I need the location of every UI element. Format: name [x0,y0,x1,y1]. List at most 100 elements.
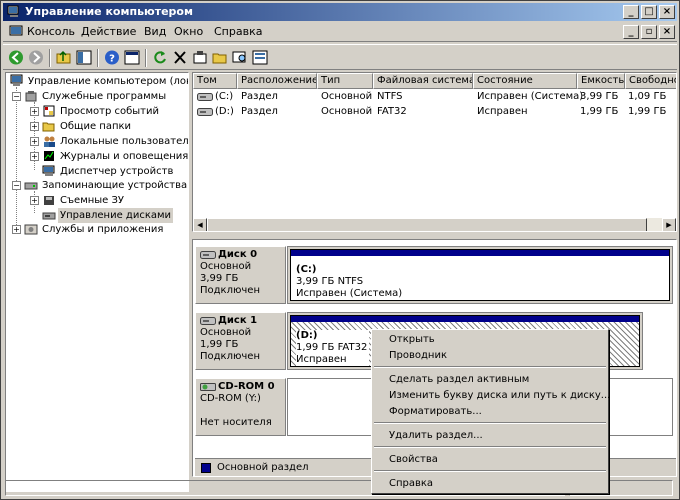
tree-item-disk-management[interactable]: Управление дисками [30,208,188,223]
tree-item-root[interactable]: Управление компьютером (локаль [8,74,188,89]
open-button[interactable] [211,49,229,66]
scroll-right-icon[interactable]: ▶ [662,218,676,231]
child-minimize-button[interactable]: _ [623,25,639,39]
tree-item-device-manager[interactable]: Диспетчер устройств [30,164,188,179]
column-header-free[interactable]: Свободно [625,73,676,89]
tree-item-services-apps[interactable]: + Службы и приложения [12,222,188,237]
view-button[interactable] [251,49,269,66]
expand-icon[interactable]: + [12,225,21,234]
forward-button[interactable] [27,49,45,66]
device-manager-icon [42,165,55,176]
tree-label-selected: Управление дисками [58,208,174,223]
expand-icon[interactable]: + [30,122,39,131]
partition-c[interactable]: (C:) 3,99 ГБ NTFS Исправен (Система) [290,249,670,301]
menu-item-explore[interactable]: Проводник [374,348,606,364]
collapse-icon[interactable]: − [12,181,21,190]
menu-item-delete-partition[interactable]: Удалить раздел... [374,428,606,444]
back-button[interactable] [7,49,25,66]
child-restore-button[interactable]: ▫ [641,25,657,39]
menu-item-mark-active[interactable]: Сделать раздел активным [374,372,606,388]
menu-item-properties[interactable]: Свойства [374,452,606,468]
delete-button[interactable] [171,49,189,66]
window-icon [124,50,140,65]
scroll-left-icon[interactable]: ◀ [193,218,207,231]
help-button[interactable]: ? [103,49,121,66]
menu-separator [374,470,606,472]
menu-item-change-drive-letter[interactable]: Изменить букву диска или путь к диску... [374,388,610,404]
up-level-button[interactable] [55,49,73,66]
tree-item-performance-logs[interactable]: + Журналы и оповещения пр [30,149,188,164]
close-button[interactable]: × [659,5,675,19]
cell-filesystem: FAT32 [377,106,407,117]
cdrom-0-label[interactable]: CD-ROM 0 CD-ROM (Y:) Нет носителя [195,378,286,436]
console-tree-icon [76,50,92,65]
maximize-button[interactable]: □ [641,5,657,19]
tree-item-event-viewer[interactable]: + Просмотр событий [30,104,188,119]
column-header-filesystem[interactable]: Файловая система [373,73,473,89]
tree-label: Службы и приложения [42,224,164,235]
menu-item-open[interactable]: Открыть [374,332,606,348]
disk-type: Основной [200,327,252,338]
cell-type: Основной [321,91,373,102]
expand-icon[interactable]: + [30,152,39,161]
column-header-layout[interactable]: Расположение [237,73,317,89]
search-icon [232,51,246,63]
collapse-icon[interactable]: − [12,92,21,101]
svg-text:?: ? [109,54,115,65]
menu-separator [374,422,606,424]
table-row[interactable]: (D:) Раздел Основной FAT32 Исправен 1,99… [193,105,676,120]
console-icon[interactable] [9,25,23,38]
cell-volume: (C:) [215,91,234,102]
show-hide-tree-button[interactable] [75,49,93,66]
disk-size: 3,99 ГБ [200,273,239,284]
disk-1-label[interactable]: Диск 1 Основной 1,99 ГБ Подключен [195,312,286,370]
menu-window[interactable]: Окно [174,25,203,38]
tree-item-storage[interactable]: − Запоминающие устройства [12,178,188,193]
console-window-button[interactable] [123,49,141,66]
scroll-thumb[interactable] [207,218,647,231]
disk-type: CD-ROM (Y:) [200,393,261,404]
menu-item-format[interactable]: Форматировать... [374,404,606,420]
performance-logs-icon [44,151,54,161]
expand-icon[interactable]: + [30,196,39,205]
cell-type: Основной [321,106,373,117]
disk-0-partition-area: (C:) 3,99 ГБ NTFS Исправен (Система) [287,246,673,304]
partition-state: Исправен (Система) [296,288,403,299]
disk-status: Подключен [200,285,260,296]
disk-icon [200,251,216,259]
minimize-button[interactable]: _ [623,5,639,19]
partition-label: (D:) [296,330,318,341]
search-button[interactable] [231,49,249,66]
help-icon: ? [105,50,119,65]
tree-item-shared-folders[interactable]: + Общие папки [30,119,188,134]
horizontal-scrollbar[interactable]: ◀ ▶ [193,218,676,231]
tree-item-system-tools[interactable]: − Служебные программы [12,89,188,104]
main-window: Управление компьютером _ □ × Консоль Дей… [0,0,680,500]
title-bar[interactable]: Управление компьютером _ □ × [3,3,677,21]
refresh-button[interactable] [151,49,169,66]
disk-status: Нет носителя [200,417,272,428]
column-header-volume[interactable]: Том [193,73,237,89]
properties-button[interactable] [191,49,209,66]
child-close-button[interactable]: × [659,25,675,39]
column-header-status[interactable]: Состояние [473,73,577,89]
disk-name: Диск 1 [218,315,258,326]
console-tree: Управление компьютером (локаль − Служебн… [5,72,189,492]
tree-item-local-users[interactable]: + Локальные пользователи [30,134,188,149]
menu-view[interactable]: Вид [144,25,166,38]
menu-console[interactable]: Консоль [27,25,75,38]
menu-item-help[interactable]: Справка [374,476,606,492]
disk-0-label[interactable]: Диск 0 Основной 3,99 ГБ Подключен [195,246,286,304]
expand-icon[interactable]: + [30,107,39,116]
menu-action[interactable]: Действие [81,25,136,38]
tree-item-removable-storage[interactable]: + Съемные ЗУ [30,193,188,208]
expand-icon[interactable]: + [30,137,39,146]
menu-help[interactable]: Справка [214,25,262,38]
partition-label: (C:) [296,264,317,275]
column-header-capacity[interactable]: Емкость [577,73,625,89]
column-header-type[interactable]: Тип [317,73,373,89]
cell-filesystem: NTFS [377,91,403,102]
context-menu: Открыть Проводник Сделать раздел активны… [371,329,610,494]
refresh-icon [154,51,166,64]
table-row[interactable]: (C:) Раздел Основной NTFS Исправен (Сист… [193,90,676,105]
